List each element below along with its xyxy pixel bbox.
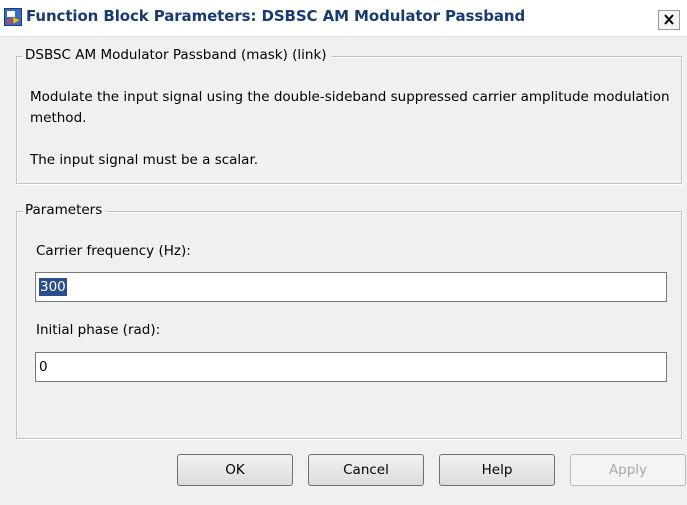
help-button[interactable]: Help (439, 454, 555, 486)
apply-button[interactable]: Apply (570, 454, 686, 486)
title-bar[interactable]: Function Block Parameters: DSBSC AM Modu… (0, 0, 687, 37)
initial-phase-value: 0 (39, 359, 48, 375)
parameters-heading: Parameters (23, 202, 107, 218)
cancel-button[interactable]: Cancel (308, 454, 424, 486)
simulink-block-icon (4, 8, 22, 26)
mask-heading: DSBSC AM Modulator Passband (mask) (link… (23, 47, 331, 63)
mask-description: Modulate the input signal using the doub… (30, 89, 670, 126)
initial-phase-label: Initial phase (rad): (36, 322, 161, 338)
mask-note: The input signal must be a scalar. (30, 152, 259, 168)
carrier-frequency-label: Carrier frequency (Hz): (36, 243, 191, 259)
carrier-frequency-value: 300 (39, 278, 67, 296)
carrier-frequency-input[interactable]: 300 (35, 272, 667, 302)
window-title: Function Block Parameters: DSBSC AM Modu… (26, 7, 526, 25)
ok-button[interactable]: OK (177, 454, 293, 486)
initial-phase-input[interactable]: 0 (35, 352, 667, 382)
dialog-window: Function Block Parameters: DSBSC AM Modu… (0, 0, 687, 505)
close-button[interactable] (658, 10, 680, 30)
close-x-icon (664, 14, 674, 25)
